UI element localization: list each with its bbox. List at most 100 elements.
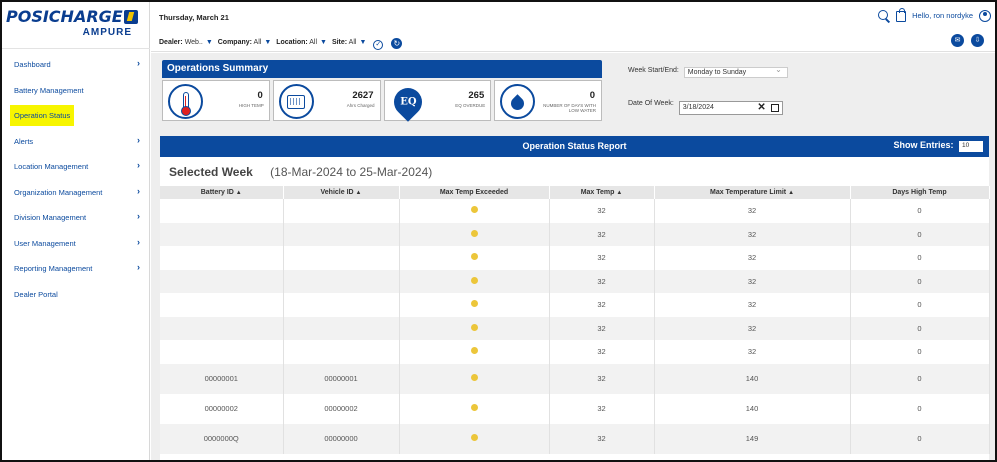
sidebar-item-label: Division Management bbox=[14, 213, 87, 223]
card-label: HIGH TEMP bbox=[238, 103, 264, 108]
report-table: Battery ID ▲ Vehicle ID ▲ Max Temp Excee… bbox=[160, 186, 990, 454]
sidebar-item-dashboard[interactable]: Dashboard › bbox=[2, 52, 150, 78]
low-water-card[interactable]: 0 NUMBER OF DAYS WITH LOW WATER bbox=[494, 80, 602, 121]
chevron-right-icon[interactable]: › bbox=[137, 211, 140, 221]
user-greeting[interactable]: Hello, ron nordyke bbox=[912, 11, 973, 20]
max-temp-cell: 32 bbox=[549, 269, 655, 293]
sidebar-item-label: Dashboard bbox=[14, 60, 51, 70]
sidebar-item-user-management[interactable]: User Management › bbox=[2, 231, 150, 257]
week-start-end-label: Week Start/End: bbox=[628, 67, 679, 74]
card-value: 0 bbox=[257, 90, 263, 101]
high-temp-card[interactable]: 0 HIGH TEMP bbox=[162, 80, 270, 121]
max-temp-limit-cell: 32 bbox=[654, 269, 851, 293]
col-max-temp-exceeded: Max Temp Exceeded bbox=[399, 186, 550, 199]
company-select[interactable]: All ▼ bbox=[254, 39, 275, 46]
selected-week-range: (18-Mar-2024 to 25-Mar-2024) bbox=[270, 165, 433, 179]
status-dot-icon bbox=[470, 404, 478, 411]
max-temp-exceeded-cell bbox=[399, 363, 550, 394]
table-row: 32 32 0 bbox=[160, 293, 990, 317]
col-days-high-temp: Days High Temp bbox=[850, 186, 990, 199]
mail-icon[interactable]: ✉ bbox=[951, 34, 964, 47]
week-start-end-select[interactable]: Monday to Sunday bbox=[683, 65, 788, 78]
refresh-icon[interactable]: ↻ bbox=[391, 38, 403, 49]
sidebar-item-label: Alerts bbox=[14, 136, 34, 146]
vehicle-id-cell bbox=[283, 222, 400, 246]
max-temp-limit-cell: 32 bbox=[654, 199, 851, 223]
cart-icon[interactable] bbox=[896, 8, 907, 22]
sidebar-item-dealer-portal[interactable]: Dealer Portal bbox=[2, 282, 150, 308]
location-select[interactable]: All ▼ bbox=[309, 39, 330, 46]
table-row: 32 32 0 bbox=[160, 246, 990, 270]
vehicle-id-cell bbox=[283, 246, 400, 270]
max-temp-cell: 32 bbox=[549, 222, 655, 246]
table-header-row: Battery ID ▲ Vehicle ID ▲ Max Temp Excee… bbox=[160, 186, 990, 199]
calendar-icon[interactable] bbox=[770, 104, 779, 112]
company-label: Company: bbox=[217, 39, 252, 46]
max-temp-limit-cell: 140 bbox=[654, 363, 851, 394]
chevron-right-icon[interactable]: › bbox=[137, 135, 140, 145]
show-entries-label: Show Entries: bbox=[893, 140, 954, 150]
sidebar-item-organization-management[interactable]: Organization Management › bbox=[2, 180, 150, 206]
site-label: Site: bbox=[331, 39, 348, 46]
table-row: 00000002 00000002 32 140 0 bbox=[160, 393, 990, 424]
chevron-right-icon[interactable]: › bbox=[137, 186, 140, 196]
download-icon[interactable]: ⇩ bbox=[971, 34, 984, 47]
max-temp-cell: 32 bbox=[549, 393, 655, 424]
sidebar: POSICHARGE AMPURE Dashboard › Battery Mana… bbox=[2, 2, 150, 460]
chevron-right-icon[interactable]: › bbox=[137, 262, 140, 272]
dealer-label: Dealer: bbox=[159, 39, 183, 46]
user-account-icon[interactable] bbox=[979, 9, 991, 22]
ahrs-charged-card[interactable]: 2627 Ahrs Charged bbox=[272, 80, 381, 121]
days-high-temp-cell: 0 bbox=[850, 246, 990, 270]
sidebar-item-reporting-management[interactable]: Reporting Management › bbox=[2, 256, 150, 282]
table-row: 32 32 0 bbox=[160, 340, 990, 364]
report-title: Operation Status Report bbox=[522, 141, 627, 151]
max-temp-limit-cell: 32 bbox=[654, 293, 851, 317]
search-icon[interactable] bbox=[878, 9, 890, 22]
max-temp-limit-cell: 32 bbox=[654, 340, 851, 364]
chevron-right-icon[interactable]: › bbox=[137, 58, 140, 68]
table-row: 00000001 00000001 32 140 0 bbox=[160, 363, 990, 394]
col-max-temp-limit[interactable]: Max Temperature Limit ▲ bbox=[654, 186, 851, 199]
battery-id-cell: 0000000Q bbox=[160, 423, 284, 454]
battery-id-cell: 00000002 bbox=[160, 393, 284, 424]
sidebar-item-battery-management[interactable]: Battery Management bbox=[2, 78, 150, 104]
sidebar-item-label: Location Management bbox=[14, 162, 89, 172]
table-row: 32 32 0 bbox=[160, 269, 990, 293]
days-high-temp-cell: 0 bbox=[850, 316, 990, 340]
sidebar-item-division-management[interactable]: Division Management › bbox=[2, 205, 150, 231]
col-battery-id[interactable]: Battery ID ▲ bbox=[160, 186, 284, 199]
show-entries-select[interactable]: 10 bbox=[959, 141, 983, 152]
vehicle-id-cell bbox=[283, 316, 400, 340]
dealer-value: Web.. bbox=[184, 39, 203, 46]
col-max-temp[interactable]: Max Temp ▲ bbox=[549, 186, 655, 199]
brand-logo[interactable]: POSICHARGE AMPURE bbox=[6, 7, 148, 47]
max-temp-cell: 32 bbox=[549, 340, 655, 364]
sidebar-item-operation-status[interactable]: Operation Status bbox=[2, 103, 150, 129]
clear-icon[interactable]: ✕ bbox=[757, 102, 765, 113]
sort-asc-icon: ▲ bbox=[788, 190, 795, 196]
sidebar-item-label: Reporting Management bbox=[14, 264, 93, 274]
eq-overdue-card[interactable]: EQ 265 EQ OVERDUE bbox=[383, 80, 492, 122]
date-value: 3/18/2024 bbox=[682, 104, 714, 111]
battery-id-cell bbox=[160, 316, 284, 340]
status-dot-icon bbox=[470, 276, 478, 284]
site-select[interactable]: All ▼ bbox=[349, 39, 370, 46]
vehicle-id-cell: 00000001 bbox=[283, 363, 400, 394]
sidebar-item-alerts[interactable]: Alerts › bbox=[2, 129, 150, 155]
status-dot-icon bbox=[470, 434, 478, 441]
sidebar-item-location-management[interactable]: Location Management › bbox=[2, 154, 150, 180]
vehicle-id-cell: 00000000 bbox=[283, 423, 400, 454]
app-frame: POSICHARGE AMPURE Dashboard › Battery Mana… bbox=[0, 0, 997, 462]
date-of-week-input[interactable]: 3/18/2024 ✕ bbox=[678, 101, 783, 115]
max-temp-exceeded-cell bbox=[399, 293, 550, 317]
dealer-select[interactable]: Web.. ▼ bbox=[185, 39, 216, 46]
chevron-right-icon[interactable]: › bbox=[137, 160, 140, 170]
col-vehicle-id[interactable]: Vehicle ID ▲ bbox=[283, 186, 400, 199]
apply-filter-icon[interactable]: ✓ bbox=[373, 40, 384, 50]
chevron-right-icon[interactable]: › bbox=[137, 237, 140, 247]
status-dot-icon bbox=[470, 347, 478, 355]
current-date: Thursday, March 21 bbox=[159, 13, 229, 22]
top-bar: Thursday, March 21 Dealer: Web.. ▼ Compan… bbox=[151, 2, 995, 52]
card-value: 265 bbox=[468, 90, 485, 101]
